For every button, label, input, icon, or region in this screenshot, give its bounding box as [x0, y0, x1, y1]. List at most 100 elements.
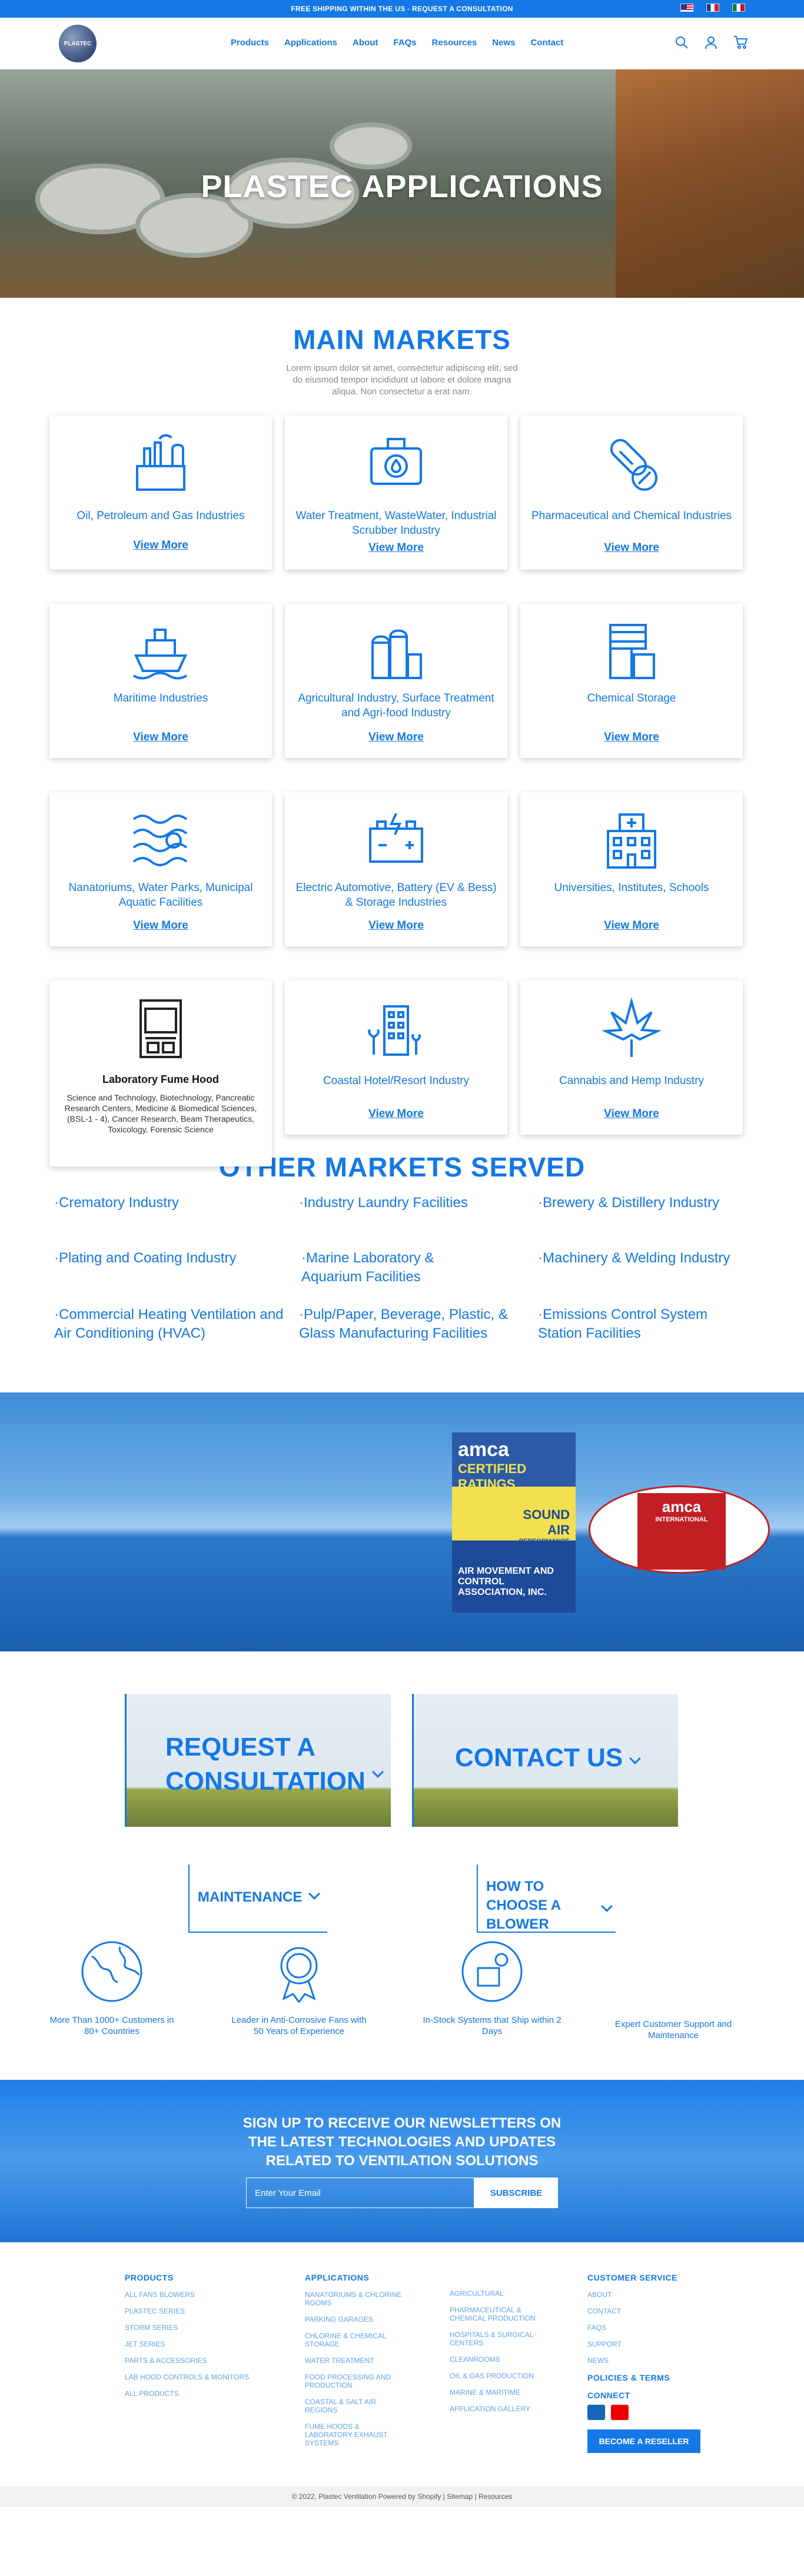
feature-item: Leader in Anti-Corrosive Fans with 50 Ye…	[228, 1939, 370, 2037]
amca-seal-text: CERTIFIED	[458, 1461, 527, 1476]
announcement-text[interactable]: FREE SHIPPING WITHIN THE US - REQUEST A …	[291, 5, 513, 13]
nav-faqs[interactable]: FAQs	[393, 38, 416, 48]
card-title: Laboratory Fume Hood	[102, 1073, 219, 1085]
fr-flag-icon[interactable]	[706, 4, 719, 12]
account-icon[interactable]	[704, 35, 718, 49]
footer-link[interactable]: PARKING GARAGES	[305, 2315, 405, 2324]
logo-text: PLASTEC	[64, 40, 92, 47]
footer-link[interactable]: HOSPITALS & SURGICAL CENTERS	[450, 2331, 544, 2347]
chevron-down-icon	[308, 1888, 321, 1900]
search-icon[interactable]	[675, 35, 689, 49]
view-more-link[interactable]: View More	[49, 731, 272, 744]
market-card[interactable]: Chemical Storage View More	[520, 604, 743, 758]
maintenance-button[interactable]: MAINTENANCE	[188, 1864, 327, 1933]
logo[interactable]: PLASTEC	[59, 25, 97, 62]
market-card[interactable]: Laboratory Fume Hood Science and Technol…	[49, 980, 272, 1166]
other-market-item: ·Marine Laboratory & Aquarium Facilities	[301, 1250, 434, 1285]
other-market-item: ·Pulp/Paper, Beverage, Plastic, & Glass …	[299, 1307, 508, 1341]
footer-heading: CONNECT	[587, 2391, 630, 2400]
market-card[interactable]: Water Treatment, WasteWater, Industrial …	[285, 416, 507, 570]
main-markets-section: MAIN MARKETS Lorem ipsum dolor sit amet,…	[0, 298, 804, 1198]
footer-link[interactable]: ALL FANS BLOWERS	[125, 2291, 249, 2299]
linkedin-icon[interactable]	[587, 2405, 605, 2420]
footer-link[interactable]: FUME HOODS & LABORATORY EXHAUST SYSTEMS	[305, 2422, 405, 2447]
pill-icon	[610, 438, 657, 491]
other-market-item: ·Emissions Control System Station Facili…	[538, 1307, 708, 1341]
chevron-down-icon	[629, 1753, 642, 1764]
become-reseller-button[interactable]: BECOME A RESELLER	[587, 2429, 700, 2453]
footer-link[interactable]: NANATORIUMS & CHLORINE ROOMS	[305, 2291, 405, 2307]
nav-resources[interactable]: Resources	[432, 38, 477, 48]
email-input[interactable]: Enter Your Email	[246, 2178, 474, 2208]
footer-applications: APPLICATIONS NANATORIUMS & CHLORINE ROOM…	[305, 2273, 405, 2455]
market-card[interactable]: Agricultural Industry, Surface Treatment…	[285, 604, 507, 758]
footer-link[interactable]: CONTACT	[587, 2307, 700, 2315]
view-more-link[interactable]: View More	[285, 919, 507, 932]
view-more-link[interactable]: View More	[285, 1108, 507, 1121]
footer-link[interactable]: STORM SERIES	[125, 2324, 249, 2332]
nav-news[interactable]: News	[492, 38, 515, 48]
feature-text: Leader in Anti-Corrosive Fans with 50 Ye…	[231, 2015, 367, 2036]
other-market-item: ·Plating and Coating Industry	[54, 1250, 237, 1266]
view-more-link[interactable]: View More	[520, 1108, 743, 1121]
market-card[interactable]: Coastal Hotel/Resort Industry View More	[285, 980, 507, 1135]
nav-applications[interactable]: Applications	[284, 38, 337, 48]
youtube-icon[interactable]	[611, 2405, 629, 2420]
globe-icon	[81, 1941, 142, 2002]
site-footer: PRODUCTS ALL FANS BLOWERS PLASTEC SERIES…	[0, 2242, 804, 2507]
view-more-link[interactable]: View More	[285, 731, 507, 744]
fume-hood-icon	[139, 999, 182, 1058]
view-more-link[interactable]: View More	[49, 919, 272, 932]
market-card[interactable]: Pharmaceutical and Chemical Industries V…	[520, 416, 743, 570]
footer-link[interactable]: APPLICATION GALLERY	[450, 2405, 544, 2413]
footer-link[interactable]: ABOUT	[587, 2291, 700, 2299]
amca-intl-text: amca	[662, 1498, 702, 1515]
nav-contact[interactable]: Contact	[530, 38, 563, 48]
footer-link[interactable]: NEWS	[587, 2356, 700, 2365]
amca-seal-text: AIR MOVEMENT AND CONTROL ASSOCIATION, IN…	[458, 1566, 554, 1597]
footer-link[interactable]: AGRICULTURAL	[450, 2289, 544, 2298]
market-card[interactable]: Nanatoriums, Water Parks, Municipal Aqua…	[49, 792, 272, 946]
footer-link[interactable]: LAB HOOD CONTROLS & MONITORS	[125, 2373, 249, 2381]
announcement-bar: FREE SHIPPING WITHIN THE US - REQUEST A …	[0, 0, 804, 18]
view-more-link[interactable]: View More	[520, 541, 743, 554]
view-more-link[interactable]: View More	[49, 539, 272, 552]
feature-item: In-Stock Systems that Ship within 2 Days	[421, 1939, 563, 2037]
footer-link[interactable]: OIL & GAS PRODUCTION	[450, 2372, 544, 2380]
footer-link[interactable]: JET SERIES	[125, 2340, 249, 2348]
contact-us-label: CONTACT US	[455, 1743, 623, 1772]
footer-link[interactable]: WATER TREATMENT	[305, 2356, 405, 2365]
footer-link[interactable]: CHLORINE & CHEMICAL STORAGE	[305, 2332, 405, 2348]
mx-flag-icon[interactable]	[732, 4, 745, 12]
footer-link[interactable]: PLASTEC SERIES	[125, 2307, 249, 2315]
request-consultation-button[interactable]: REQUEST A CONSULTATION	[125, 1694, 391, 1827]
nav-products[interactable]: Products	[231, 38, 269, 48]
amca-intl-text: INTERNATIONAL	[655, 1516, 708, 1523]
choose-blower-button[interactable]: HOW TO CHOOSE A BLOWER	[477, 1864, 616, 1933]
view-more-link[interactable]: View More	[285, 541, 507, 554]
footer-link[interactable]: FAQS	[587, 2324, 700, 2332]
cart-icon[interactable]	[733, 35, 747, 49]
footer-link[interactable]: PARTS & ACCESSORIES	[125, 2356, 249, 2365]
contact-us-button[interactable]: CONTACT US	[412, 1694, 678, 1827]
footer-link[interactable]: SUPPORT	[587, 2340, 700, 2348]
market-card[interactable]: Universities, Institutes, Schools View M…	[520, 792, 743, 946]
market-card[interactable]: Oil, Petroleum and Gas Industries View M…	[49, 416, 272, 570]
market-card[interactable]: Electric Automotive, Battery (EV & Bess)…	[285, 792, 507, 946]
subscribe-button[interactable]: SUBSCRIBE	[474, 2178, 558, 2208]
footer-link[interactable]: CLEANROOMS	[450, 2355, 544, 2364]
footer-link[interactable]: MARINE & MARITIME	[450, 2388, 544, 2396]
market-card[interactable]: Maritime Industries View More	[49, 604, 272, 758]
cannabis-leaf-icon	[602, 997, 661, 1057]
footer-link[interactable]: ALL PRODUCTS	[125, 2389, 249, 2398]
footer-link[interactable]: COASTAL & SALT AIR REGIONS	[305, 2398, 405, 2414]
nav-about[interactable]: About	[353, 38, 378, 48]
us-flag-icon[interactable]	[680, 4, 693, 12]
footer-link[interactable]: PHARMACEUTICAL & CHEMICAL PRODUCTION	[450, 2306, 544, 2322]
view-more-link[interactable]: View More	[520, 919, 743, 932]
view-more-link[interactable]: View More	[520, 731, 743, 744]
market-card[interactable]: Cannabis and Hemp Industry View More	[520, 980, 743, 1135]
footer-heading[interactable]: POLICIES & TERMS	[587, 2373, 700, 2382]
footer-products: PRODUCTS ALL FANS BLOWERS PLASTEC SERIES…	[125, 2273, 249, 2406]
footer-link[interactable]: FOOD PROCESSING AND PRODUCTION	[305, 2373, 405, 2389]
